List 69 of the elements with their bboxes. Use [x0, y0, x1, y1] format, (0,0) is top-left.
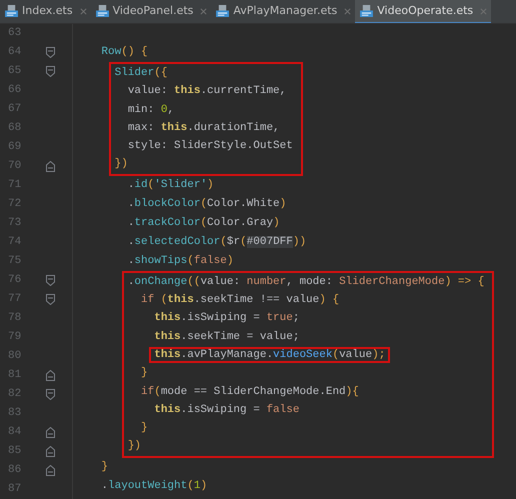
code-line: value: this.currentTime, — [126, 84, 288, 100]
fold-icon[interactable] — [46, 465, 54, 476]
close-icon[interactable] — [344, 8, 352, 14]
fold-icon[interactable] — [46, 427, 54, 438]
fold-icon[interactable] — [46, 47, 54, 58]
code-line: min: 0, — [126, 102, 176, 118]
line-number: 71 — [7, 178, 22, 194]
code-line: this.isSwiping = true; — [153, 311, 300, 326]
code-line: } — [100, 460, 110, 475]
fold-icon[interactable] — [46, 389, 54, 400]
close-icon[interactable] — [80, 8, 87, 14]
code-line: max: this.durationTime, — [126, 120, 281, 136]
line-number: 69 — [7, 140, 22, 156]
code-line: }) — [114, 157, 129, 172]
code-line: }) — [128, 439, 142, 454]
code-line: .onChange((value: number, mode: SliderChangeMode) => { — [128, 274, 484, 290]
line-number: 81 — [7, 368, 22, 384]
line-number: 86 — [7, 463, 22, 478]
code-line: .blockColor(Color.White) — [126, 196, 288, 212]
file-icon — [360, 5, 374, 17]
line-number: 84 — [7, 425, 22, 440]
line-number: 83 — [7, 406, 22, 422]
editor-tab[interactable]: VideoOperate.ets — [355, 0, 492, 23]
editor-tab[interactable]: AvPlayManager.ets — [211, 0, 356, 23]
line-number: 68 — [7, 121, 22, 136]
line-number: 78 — [7, 311, 22, 326]
file-icon — [216, 5, 230, 17]
editor-tab[interactable]: VideoPanel.ets — [90, 0, 212, 23]
code-line: Slider({ — [114, 66, 168, 81]
line-number: 70 — [7, 159, 22, 174]
fold-icon[interactable] — [46, 446, 54, 457]
line-number: 87 — [7, 482, 22, 498]
code-line: Row() { — [100, 45, 149, 60]
file-icon — [5, 5, 18, 17]
line-number: 76 — [7, 273, 22, 288]
fold-icon[interactable] — [46, 275, 54, 286]
line-number: 67 — [7, 102, 22, 118]
code-line: .trackColor(Color.Gray) — [126, 216, 281, 231]
line-number: 73 — [7, 216, 22, 232]
line-number: 74 — [7, 235, 22, 250]
line-number: 64 — [7, 45, 22, 60]
close-icon[interactable] — [200, 8, 208, 14]
fold-icon[interactable] — [46, 370, 54, 381]
line-number: 85 — [7, 444, 22, 460]
code-line: .layoutWeight(1) — [100, 478, 208, 494]
code-line: style: SliderStyle.OutSet — [126, 139, 293, 154]
code-line: if(mode == SliderChangeMode.End){ — [140, 384, 360, 400]
code-line: if (this.seekTime !== value) { — [140, 293, 340, 308]
fold-icon[interactable] — [46, 66, 54, 77]
line-number: 66 — [7, 83, 22, 98]
code-line: .id('Slider') — [126, 178, 215, 193]
line-number: 65 — [7, 64, 22, 80]
editor-tab[interactable]: Index.ets — [0, 0, 91, 23]
line-number: 63 — [7, 26, 22, 42]
line-number: 75 — [7, 254, 22, 270]
file-icon — [96, 5, 109, 17]
code-line: this.seekTime = value; — [153, 330, 300, 345]
code-line: } — [140, 421, 149, 436]
code-line: } — [140, 366, 149, 382]
code-line: .showTips(false) — [126, 254, 234, 269]
code-line: .selectedColor($r(#007DFF)) — [126, 234, 308, 250]
line-number: 80 — [7, 349, 22, 364]
line-number: 77 — [7, 292, 22, 308]
fold-icon[interactable] — [46, 294, 54, 305]
line-number: 72 — [7, 197, 22, 212]
line-number: 79 — [7, 330, 22, 346]
code-line: this.isSwiping = false — [153, 402, 300, 418]
line-number: 82 — [7, 387, 22, 402]
fold-icon[interactable] — [46, 161, 54, 172]
